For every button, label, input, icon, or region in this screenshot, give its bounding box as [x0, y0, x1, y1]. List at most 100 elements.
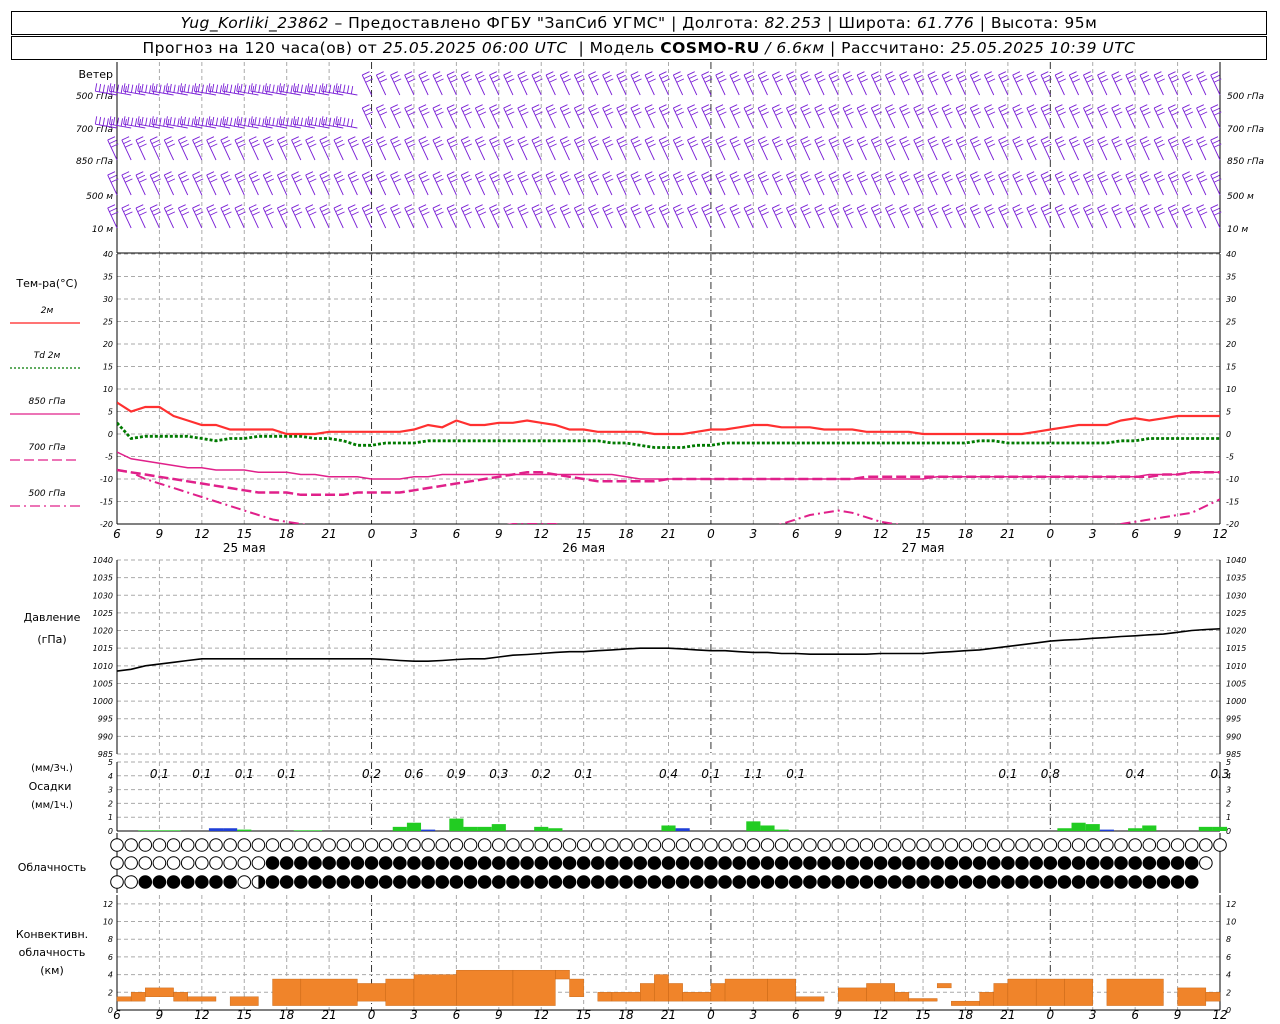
cloud-symbol [407, 856, 421, 870]
cloud-symbol [449, 856, 464, 870]
wind-barb [418, 204, 430, 229]
press-ytick-left: 1035 [93, 574, 113, 583]
precip-label: 0.1 [786, 767, 805, 781]
temp-ytick-left: 30 [103, 295, 113, 304]
wind-barb [856, 104, 868, 129]
conv-xtick: 12 [194, 1008, 209, 1022]
cloud-symbol [675, 856, 690, 870]
press-ytick-left: 1010 [93, 662, 113, 671]
wind-barb [856, 136, 868, 161]
conv-cloud-bar [187, 996, 217, 1002]
precip-ytick-left: 1 [108, 813, 113, 822]
wind-barb [135, 171, 147, 196]
wind-barb [460, 204, 473, 229]
precip-label: 0.9 [447, 767, 466, 781]
precip-bar [746, 821, 761, 831]
wind-barb [969, 204, 982, 229]
cloud-symbol [378, 838, 393, 852]
wind-barb [630, 104, 642, 129]
wind-barb [1182, 171, 1194, 196]
temp-xtick: 0 [1046, 527, 1054, 541]
wind-barb [715, 136, 727, 161]
wind-barb [432, 136, 444, 161]
wind-level-left: 10 м [92, 225, 113, 235]
temp-xtick: 9 [156, 527, 164, 541]
wind-barb [941, 71, 953, 96]
conv-xtick: 6 [792, 1008, 800, 1022]
cloud-symbol [675, 838, 690, 852]
cloud-symbol [590, 856, 605, 870]
cloud-symbol [1001, 875, 1015, 889]
wind-barb [291, 171, 303, 196]
cloud-symbol [1114, 875, 1128, 889]
wind-barb [460, 171, 473, 196]
conv-xtick: 9 [834, 1008, 842, 1022]
cloud-symbol [576, 838, 591, 852]
wind-barb [1111, 136, 1123, 161]
wind-barb [347, 171, 359, 196]
wind-level-right: 500 м [1227, 192, 1254, 202]
precip-ytick-right: 5 [1226, 758, 1231, 767]
wind-barb [262, 171, 275, 196]
wind-barb [163, 171, 176, 196]
cloud-symbol [1071, 838, 1086, 852]
cloud-symbol [633, 838, 648, 852]
cloud-symbol [605, 856, 619, 870]
conv-cloud-bar [767, 978, 796, 1002]
wind-barb [941, 204, 953, 229]
cloud-symbol [265, 856, 280, 870]
conv-cloud-bar [710, 983, 726, 1002]
cloud-symbol [195, 875, 209, 889]
precip-bar [1212, 826, 1228, 831]
conv-cloud-bar [1035, 978, 1065, 1006]
cloud-symbol [322, 838, 336, 852]
precip-label: 0.8 [1041, 767, 1060, 781]
conv-cloud-bar [597, 992, 613, 1002]
wind-barb [687, 204, 699, 229]
wind-barb [1012, 171, 1024, 196]
cloud-symbol [788, 838, 803, 852]
cloud-symbol [1184, 875, 1199, 889]
cloud-symbol [180, 838, 195, 852]
wind-barb [771, 71, 784, 96]
wind-barb [489, 104, 501, 129]
wind-barb [899, 204, 911, 229]
press-ytick-right: 1020 [1226, 627, 1246, 636]
temp-ytick-left: -10 [100, 475, 113, 484]
cloud-symbol [1184, 838, 1199, 852]
cloud-symbol [788, 875, 803, 889]
wind-barb [163, 204, 176, 229]
wind-barb [1097, 71, 1109, 96]
conv-cloud-bar [866, 983, 895, 1002]
wind-barb [885, 104, 897, 129]
cloud-symbol [1142, 875, 1157, 889]
conv-ytick-right: 4 [1226, 971, 1231, 980]
cloud-symbol [223, 856, 237, 870]
wind-barb [474, 71, 487, 96]
precip-bar [1099, 829, 1114, 831]
cloud-symbol [944, 838, 959, 852]
wind-barb [559, 136, 572, 161]
precip-bar [166, 830, 181, 831]
temp-ytick-right: 25 [1226, 318, 1236, 327]
cloud-symbol [774, 875, 789, 889]
cloud-symbol [760, 838, 775, 852]
precip-bar [1142, 825, 1157, 831]
cloud-symbol [1142, 838, 1157, 852]
conv-cloud-bar [993, 983, 1009, 1006]
wind-barb [588, 171, 600, 196]
wind-barb [715, 204, 727, 229]
wind-barb [1012, 71, 1024, 96]
wind-barb [517, 71, 529, 96]
wind-barb [1068, 71, 1081, 96]
wind-barb [248, 204, 260, 229]
conv-cloud-bar [611, 992, 641, 1002]
cloud-symbol [986, 875, 1001, 889]
cloud-symbol [279, 856, 294, 870]
wind-barb [602, 204, 614, 229]
wind-barb [672, 71, 685, 96]
precip-label: 0.1 [150, 767, 169, 781]
conv-cloud-bar [555, 969, 570, 980]
cloud-symbol [237, 856, 252, 870]
cloud-symbol [562, 875, 577, 889]
